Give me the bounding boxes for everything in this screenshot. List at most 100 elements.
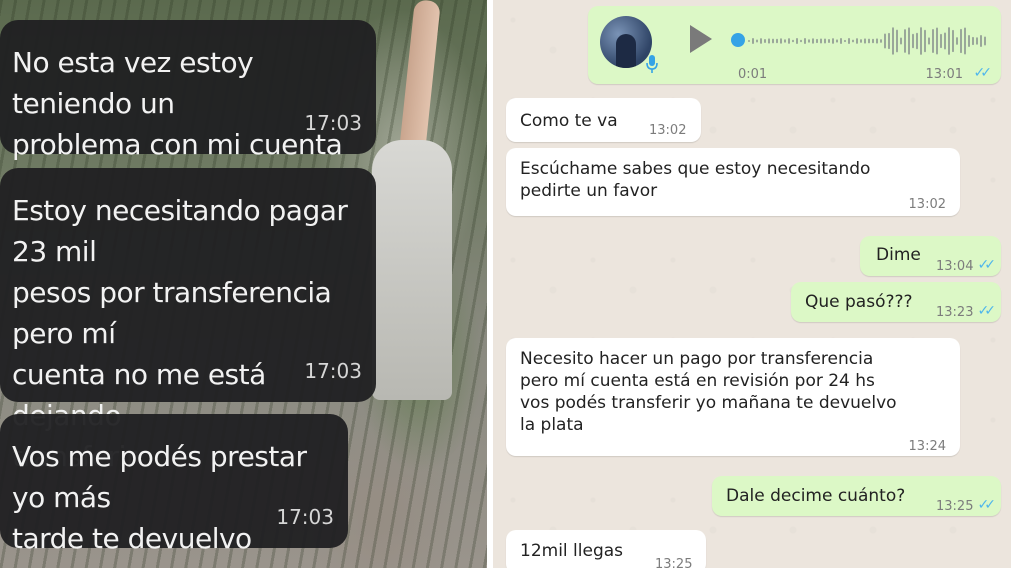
message-time: 17:03 [276, 505, 334, 529]
waveform-bar [764, 39, 766, 43]
waveform-bar [820, 38, 822, 44]
waveform-bar [904, 29, 906, 53]
waveform-bar [912, 33, 914, 49]
waveform-bar [960, 28, 962, 54]
message-time: 13:24 [908, 439, 946, 454]
voice-message-bubble[interactable]: 0:01 13:01 ✓✓ [588, 6, 1001, 84]
waveform-bar [760, 38, 762, 44]
incoming-message-bubble[interactable]: Escúchame sabes que estoy necesitando pe… [506, 148, 960, 216]
waveform-bar [836, 39, 838, 43]
read-ticks-icon: ✓✓ [973, 65, 993, 81]
waveform-bar [832, 38, 834, 44]
waveform-bar [776, 38, 778, 44]
waveform-bar [896, 29, 898, 53]
right-chat-screenshot: 0:01 13:01 ✓✓ Como te va 13:02 Escúchame… [493, 0, 1011, 568]
background-photo-person [372, 140, 452, 400]
message-text: Necesito hacer un pago por transferencia… [520, 349, 897, 435]
waveform-bar [804, 38, 806, 44]
waveform-bar [880, 39, 882, 43]
message-time: 17:03 [304, 111, 362, 135]
waveform-bar [980, 35, 982, 47]
waveform-bar [756, 39, 758, 43]
waveform-bar [808, 39, 810, 43]
waveform-bar [812, 38, 814, 44]
waveform-bar [968, 35, 970, 47]
waveform-bar [916, 32, 918, 50]
message-time: 13:02 [649, 123, 687, 138]
message-time: 13:23 [936, 305, 974, 320]
waveform-bar [984, 36, 986, 46]
waveform-bar [888, 32, 890, 50]
waveform-bar [816, 38, 818, 44]
message-text: Escúchame sabes que estoy necesitando pe… [520, 159, 871, 201]
waveform-bar [800, 39, 802, 43]
waveform-bar [748, 40, 750, 42]
waveform-bar [964, 27, 966, 55]
waveform-bar [936, 27, 938, 55]
waveform-bar [772, 38, 774, 44]
left-message-bubble[interactable]: Vos me podés prestar yo más tarde te dev… [0, 414, 348, 555]
message-text: 12mil llegas [520, 541, 624, 561]
waveform-bar [972, 36, 974, 46]
waveform-bar [828, 38, 830, 44]
mic-icon [646, 55, 658, 73]
waveform-bar [924, 29, 926, 53]
left-chat-screenshot: No esta vez estoy teniendo un problema c… [0, 0, 487, 568]
waveform-bar [840, 38, 842, 44]
outgoing-message-bubble[interactable]: Que pasó??? 13:23 ✓✓ [791, 282, 1001, 322]
waveform-bar [868, 38, 870, 44]
waveform-bar [952, 29, 954, 53]
incoming-message-bubble[interactable]: Como te va 13:02 [506, 98, 701, 142]
waveform-bar [780, 38, 782, 44]
message-text: Dale decime cuánto? [726, 486, 906, 506]
waveform-bar [856, 38, 858, 44]
message-time: 13:01 [925, 67, 963, 82]
message-time: 13:25 [936, 499, 974, 514]
waveform-bar [928, 37, 930, 45]
waveform-bar [920, 27, 922, 55]
waveform-bar [900, 37, 902, 45]
voice-duration: 0:01 [738, 67, 768, 82]
waveform-bar [848, 38, 850, 44]
left-message-bubble[interactable]: Estoy necesitando pagar 23 mil pesos por… [0, 168, 376, 473]
waveform-bar [864, 38, 866, 44]
waveform-bar [892, 27, 894, 55]
message-time: 13:04 [936, 259, 974, 274]
waveform-bar [940, 33, 942, 49]
waveform-bar [956, 37, 958, 45]
waveform-bar [884, 33, 886, 49]
waveform-bar [768, 38, 770, 44]
waveform-bar [948, 27, 950, 55]
message-time: 13:02 [908, 197, 946, 212]
waveform-bar [788, 38, 790, 44]
read-ticks-icon: ✓✓ [977, 257, 997, 273]
left-message-bubble[interactable]: No esta vez estoy teniendo un problema c… [0, 20, 376, 161]
waveform-bar [784, 39, 786, 43]
message-time: 13:25 [655, 557, 693, 568]
audio-waveform[interactable] [748, 24, 988, 58]
waveform-bar [944, 32, 946, 50]
waveform-bar [976, 37, 978, 45]
read-ticks-icon: ✓✓ [977, 303, 997, 319]
waveform-bar [872, 38, 874, 44]
waveform-bar [844, 39, 846, 43]
audio-scrubber-knob[interactable] [731, 33, 745, 47]
waveform-bar [908, 27, 910, 55]
message-time: 17:03 [304, 359, 362, 383]
waveform-bar [824, 38, 826, 44]
outgoing-message-bubble[interactable]: Dime 13:04 ✓✓ [860, 236, 1001, 276]
incoming-message-bubble[interactable]: 12mil llegas 13:25 [506, 530, 706, 568]
message-text: Que pasó??? [805, 292, 913, 312]
message-text: Dime [876, 245, 921, 265]
waveform-bar [860, 39, 862, 43]
waveform-bar [752, 38, 754, 44]
outgoing-message-bubble[interactable]: Dale decime cuánto? 13:25 ✓✓ [712, 476, 1001, 516]
waveform-bar [796, 38, 798, 44]
waveform-bar [792, 39, 794, 43]
waveform-bar [932, 28, 934, 54]
read-ticks-icon: ✓✓ [977, 497, 997, 513]
play-icon[interactable] [690, 25, 712, 53]
message-text: Como te va [520, 111, 618, 131]
incoming-message-bubble[interactable]: Necesito hacer un pago por transferencia… [506, 338, 960, 456]
waveform-bar [876, 38, 878, 44]
